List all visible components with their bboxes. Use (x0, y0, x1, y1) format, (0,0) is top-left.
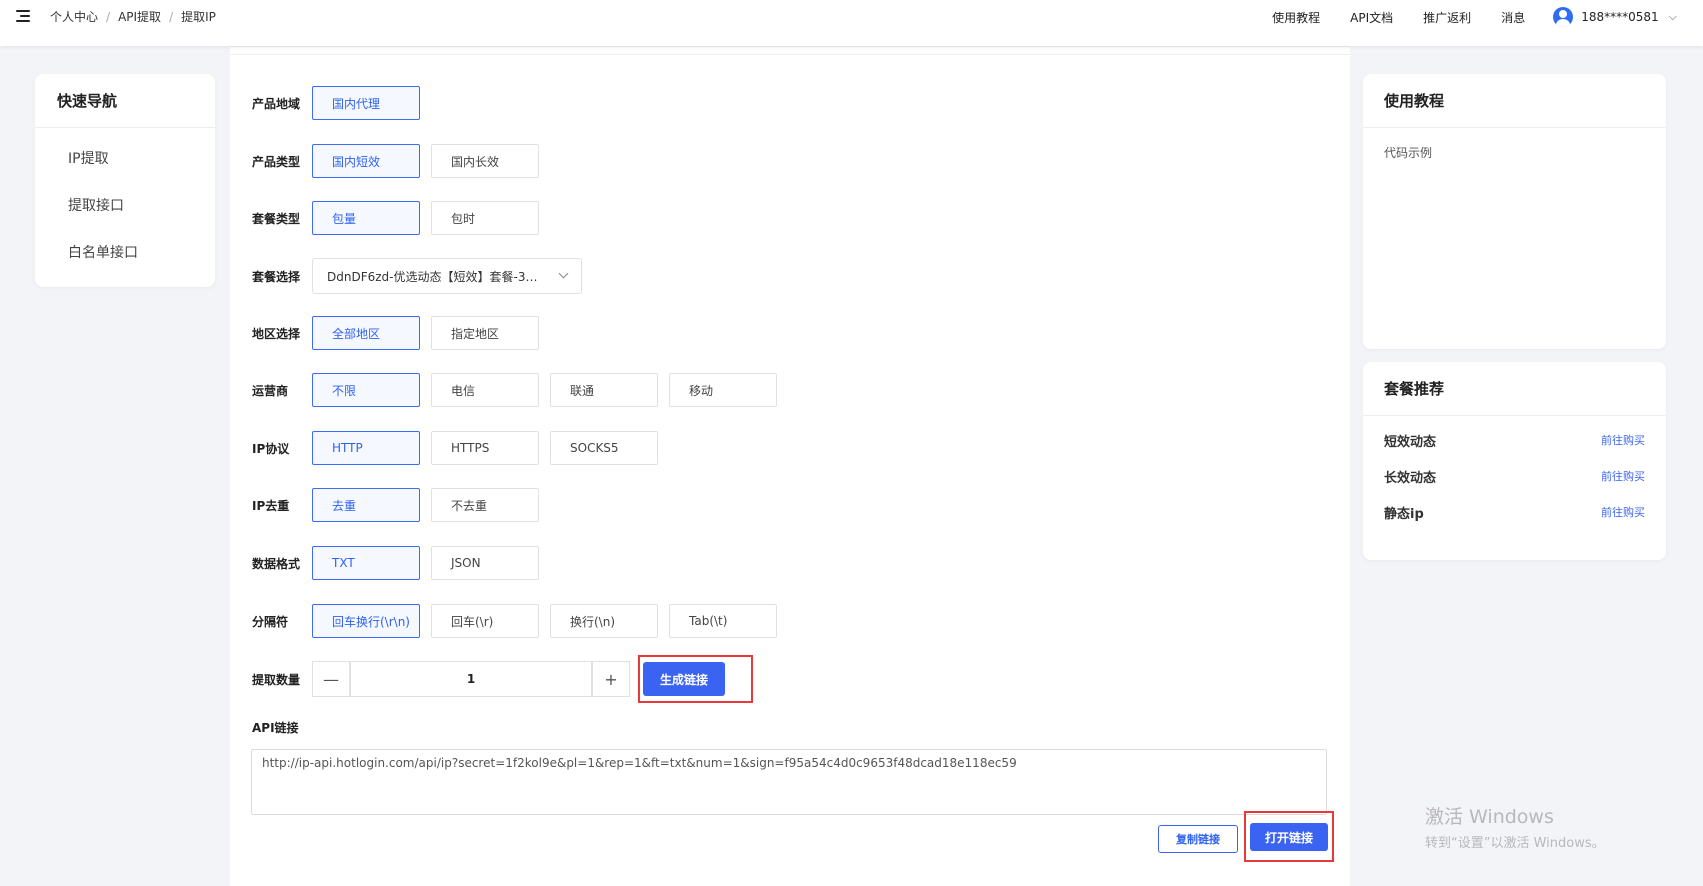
watermark-line1: 激活 Windows (1425, 806, 1554, 828)
label-product-type: 产品类型 (252, 154, 301, 169)
label-region: 产品地域 (252, 96, 301, 111)
option-all-areas[interactable]: 全部地区 (312, 316, 420, 350)
menu-icon[interactable] (16, 10, 30, 22)
open-link-button[interactable]: 打开链接 (1250, 823, 1328, 851)
option-carrier-mobile[interactable]: 移动 (669, 373, 777, 407)
package-name: 静态ip (1384, 506, 1424, 522)
breadcrumb-item[interactable]: 个人中心 (50, 8, 98, 25)
nav-item-ip-extract[interactable]: IP提取 (35, 136, 215, 183)
highlight-box: 打开链接 (1244, 811, 1334, 862)
row-dedup: IP去重 去重 不去重 (252, 488, 550, 522)
option-dedup[interactable]: 去重 (312, 488, 420, 522)
option-crlf[interactable]: 回车换行(\r\n) (312, 604, 420, 638)
breadcrumb-separator: / (169, 9, 174, 24)
option-carrier-telecom[interactable]: 电信 (431, 373, 539, 407)
package-recommend-title: 套餐推荐 (1363, 362, 1666, 416)
row-quantity: 提取数量 — + 生成链接 (252, 655, 753, 703)
row-plan-type: 套餐类型 包量 包时 (252, 201, 550, 235)
option-cr[interactable]: 回车(\r) (431, 604, 539, 638)
tutorial-title: 使用教程 (1363, 74, 1666, 128)
option-by-time[interactable]: 包时 (431, 201, 539, 235)
tutorial-card: 使用教程 代码示例 (1363, 74, 1666, 349)
row-format: 数据格式 TXT JSON (252, 546, 550, 580)
quick-nav: 快速导航 IP提取 提取接口 白名单接口 (35, 74, 215, 287)
row-carrier: 运营商 不限 电信 联通 移动 (252, 373, 788, 407)
option-no-dedup[interactable]: 不去重 (431, 488, 539, 522)
buy-link[interactable]: 前往购买 (1601, 468, 1645, 484)
option-tab[interactable]: Tab(\t) (669, 604, 777, 638)
link-tutorial[interactable]: 使用教程 (1272, 9, 1320, 26)
list-item: 长效动态 前往购买 (1363, 458, 1666, 494)
windows-activation-watermark: 激活 Windows 转到“设置”以激活 Windows。 (1425, 802, 1605, 851)
package-recommend-card: 套餐推荐 短效动态 前往购买 长效动态 前往购买 静态ip 前往购买 (1363, 362, 1666, 560)
buy-link[interactable]: 前往购买 (1601, 504, 1645, 520)
row-product-type: 产品类型 国内短效 国内长效 (252, 144, 550, 178)
option-long-term[interactable]: 国内长效 (431, 144, 539, 178)
row-protocol: IP协议 HTTP HTTPS SOCKS5 (252, 431, 669, 465)
option-by-volume[interactable]: 包量 (312, 201, 420, 235)
generate-link-button[interactable]: 生成链接 (643, 662, 725, 696)
buy-link[interactable]: 前往购买 (1601, 432, 1645, 448)
highlight-box: 生成链接 (638, 655, 753, 703)
api-link-textarea[interactable]: http://ip-api.hotlogin.com/api/ip?secret… (251, 749, 1327, 815)
watermark-line2: 转到“设置”以激活 Windows。 (1425, 836, 1605, 851)
label-carrier: 运营商 (252, 383, 289, 398)
label-quantity: 提取数量 (252, 672, 301, 687)
copy-link-button[interactable]: 复制链接 (1158, 825, 1238, 853)
nav-item-whitelist-api[interactable]: 白名单接口 (35, 230, 215, 277)
breadcrumb-item: 提取IP (181, 10, 216, 24)
link-referral[interactable]: 推广返利 (1423, 9, 1471, 26)
option-json[interactable]: JSON (431, 546, 539, 580)
option-lf[interactable]: 换行(\n) (550, 604, 658, 638)
row-separator: 分隔符 回车换行(\r\n) 回车(\r) 换行(\n) Tab(\t) (252, 604, 788, 638)
link-api-docs[interactable]: API文档 (1350, 9, 1393, 26)
plan-select-dropdown[interactable]: DdnDF6zd-优选动态【短效】套餐-3… (312, 258, 582, 294)
top-links: 使用教程 API文档 推广返利 消息 188****0581 ⌵ (1272, 7, 1703, 27)
option-carrier-unicom[interactable]: 联通 (550, 373, 658, 407)
label-separator: 分隔符 (252, 614, 289, 629)
label-protocol: IP协议 (252, 441, 290, 456)
nav-item-extract-api[interactable]: 提取接口 (35, 183, 215, 230)
option-txt[interactable]: TXT (312, 546, 420, 580)
quantity-decrement-button[interactable]: — (312, 661, 350, 697)
quantity-input[interactable] (350, 661, 592, 697)
plan-select-value: DdnDF6zd-优选动态【短效】套餐-3… (327, 269, 538, 284)
breadcrumb: 个人中心 / API提取 / 提取IP (50, 8, 216, 25)
list-item: 静态ip 前往购买 (1363, 494, 1666, 530)
top-bar: 个人中心 / API提取 / 提取IP 使用教程 API文档 推广返利 消息 1… (0, 0, 1703, 46)
api-link-label: API链接 (252, 721, 299, 735)
row-region: 产品地域 国内代理 (252, 86, 431, 120)
label-format: 数据格式 (252, 556, 301, 571)
package-name: 长效动态 (1384, 470, 1437, 486)
label-area: 地区选择 (252, 326, 301, 341)
main-panel: 产品地域 国内代理 产品类型 国内短效 国内长效 套餐类型 包量 包时 套餐选择… (230, 46, 1350, 886)
option-socks5[interactable]: SOCKS5 (550, 431, 658, 465)
link-messages[interactable]: 消息 (1501, 9, 1525, 26)
chevron-down-icon: ⌵ (1668, 10, 1677, 23)
option-domestic-proxy[interactable]: 国内代理 (312, 86, 420, 120)
list-item: 短效动态 前往购买 (1363, 422, 1666, 458)
row-area: 地区选择 全部地区 指定地区 (252, 316, 550, 350)
breadcrumb-separator: / (106, 9, 111, 24)
label-plan-type: 套餐类型 (252, 211, 301, 226)
user-phone: 188****0581 (1581, 10, 1659, 24)
quantity-increment-button[interactable]: + (592, 661, 630, 697)
option-carrier-any[interactable]: 不限 (312, 373, 420, 407)
label-dedup: IP去重 (252, 498, 290, 513)
code-example-link[interactable]: 代码示例 (1363, 128, 1666, 161)
option-http[interactable]: HTTP (312, 431, 420, 465)
row-plan-select: 套餐选择 DdnDF6zd-优选动态【短效】套餐-3… (252, 258, 582, 294)
breadcrumb-item[interactable]: API提取 (118, 8, 161, 25)
chevron-down-icon (558, 268, 569, 279)
option-short-term[interactable]: 国内短效 (312, 144, 420, 178)
option-https[interactable]: HTTPS (431, 431, 539, 465)
quick-nav-title: 快速导航 (35, 74, 215, 128)
user-avatar-icon (1553, 7, 1574, 27)
option-specific-area[interactable]: 指定地区 (431, 316, 539, 350)
package-name: 短效动态 (1384, 434, 1437, 450)
user-menu[interactable]: 188****0581 ⌵ (1553, 7, 1677, 27)
label-plan-select: 套餐选择 (252, 269, 301, 284)
